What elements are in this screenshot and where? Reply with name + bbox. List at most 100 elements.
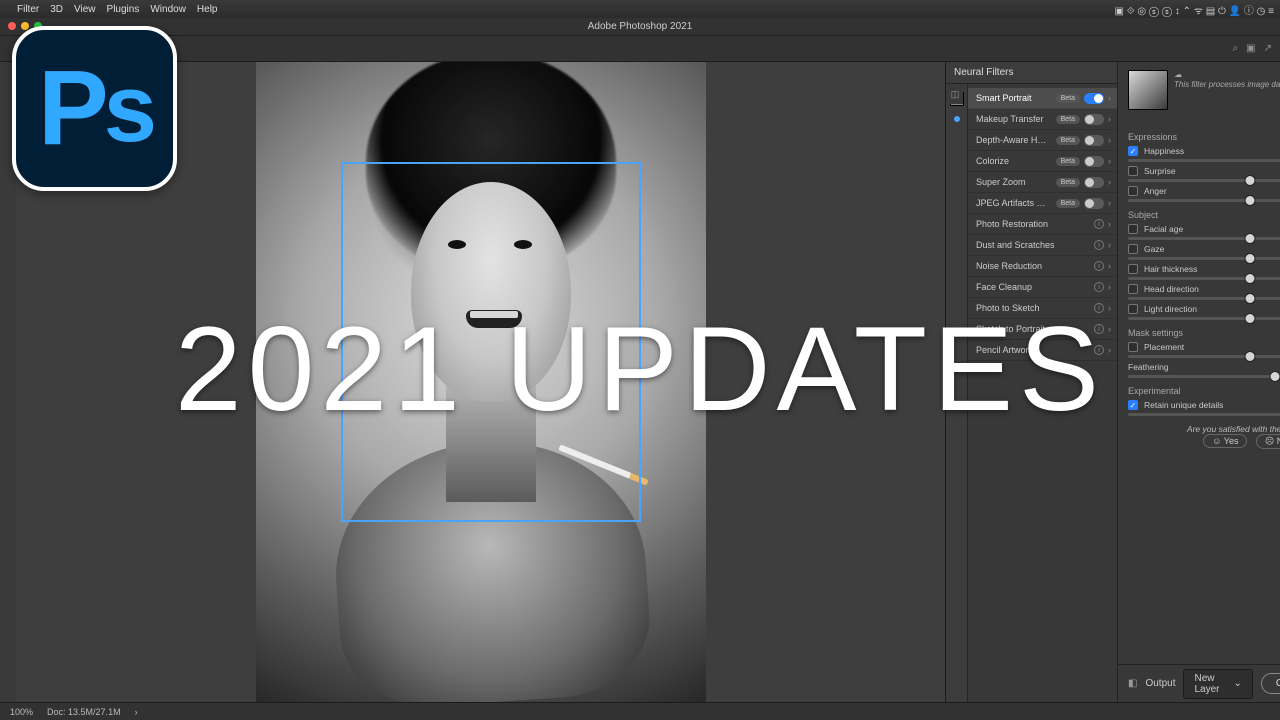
slider-knob[interactable]: [1245, 313, 1256, 324]
slider-track[interactable]: [1128, 297, 1280, 300]
filter-row-depth-aware-h[interactable]: Depth-Aware H…Beta›: [968, 130, 1117, 151]
filter-row-dust-and-scratches[interactable]: Dust and Scratchesi›: [968, 235, 1117, 256]
chevron-right-icon[interactable]: ›: [135, 707, 138, 717]
filter-row-photo-restoration[interactable]: Photo Restorationi›: [968, 214, 1117, 235]
cancel-button[interactable]: Cancel: [1261, 673, 1280, 694]
info-icon[interactable]: i: [1094, 261, 1104, 271]
filter-label: Photo to Sketch: [976, 303, 1090, 313]
document-canvas[interactable]: [256, 62, 706, 702]
checkbox[interactable]: [1128, 284, 1138, 294]
slider-track[interactable]: [1128, 413, 1280, 416]
slider-track[interactable]: [1128, 179, 1280, 182]
filter-row-face-cleanup[interactable]: Face Cleanupi›: [968, 277, 1117, 298]
menu-help[interactable]: Help: [197, 4, 218, 15]
chevron-right-icon: ›: [1108, 345, 1111, 355]
info-icon[interactable]: i: [1094, 282, 1104, 292]
beta-badge: Beta: [1056, 115, 1080, 124]
slider-knob[interactable]: [1245, 351, 1256, 362]
slider-track[interactable]: [1128, 237, 1280, 240]
output-select[interactable]: New Layer⌄: [1183, 669, 1252, 699]
filter-row-colorize[interactable]: ColorizeBeta›: [968, 151, 1117, 172]
checkbox[interactable]: [1128, 342, 1138, 352]
reset-icon[interactable]: ↺: [1118, 112, 1280, 126]
checkbox[interactable]: ✓: [1128, 146, 1138, 156]
slider-knob[interactable]: [1245, 253, 1256, 264]
info-icon[interactable]: i: [1094, 240, 1104, 250]
slider-label: Head direction: [1144, 284, 1280, 294]
slider-knob[interactable]: [1269, 371, 1280, 382]
filter-label: Smart Portrait: [976, 93, 1052, 103]
menu-plugins[interactable]: Plugins: [107, 4, 140, 15]
slider-knob[interactable]: [1245, 195, 1256, 206]
info-icon[interactable]: i: [1094, 345, 1104, 355]
beta-badge: Beta: [1056, 178, 1080, 187]
chevron-right-icon: ›: [1108, 198, 1111, 208]
checkbox[interactable]: ✓: [1128, 400, 1138, 410]
filter-toggle[interactable]: [1084, 93, 1104, 104]
slider-label: Light direction: [1144, 304, 1280, 314]
slider-track[interactable]: [1128, 159, 1280, 162]
info-icon[interactable]: i: [1094, 303, 1104, 313]
filter-toggle[interactable]: [1084, 177, 1104, 188]
slider-knob[interactable]: [1245, 273, 1256, 284]
checkbox[interactable]: [1128, 264, 1138, 274]
filter-label: Dust and Scratches: [976, 240, 1090, 250]
slider-head-direction: Head direction0: [1118, 282, 1280, 302]
info-icon[interactable]: i: [1094, 324, 1104, 334]
slider-retain-unique-details: ✓Retain unique details90: [1118, 398, 1280, 418]
filter-row-noise-reduction[interactable]: Noise Reductioni›: [968, 256, 1117, 277]
filter-toggle[interactable]: [1084, 135, 1104, 146]
cloud-icon: ☁: [1174, 70, 1182, 79]
slider-knob[interactable]: [1245, 175, 1256, 186]
menu-3d[interactable]: 3D: [50, 4, 63, 15]
filter-toggle[interactable]: [1084, 114, 1104, 125]
checkbox[interactable]: [1128, 304, 1138, 314]
feedback-no-button[interactable]: ☹ No: [1256, 434, 1280, 449]
slider-track[interactable]: [1128, 375, 1280, 378]
options-bar: ⌕ ▣ ↗: [0, 36, 1280, 62]
feedback-yes-button[interactable]: ☺ Yes: [1203, 434, 1247, 448]
filter-category-icon[interactable]: [954, 116, 960, 122]
slider-track[interactable]: [1128, 199, 1280, 202]
share-icon[interactable]: ↗: [1264, 43, 1272, 54]
filter-row-sketch-to-portrait[interactable]: Sketch to Portraiti›: [968, 319, 1117, 340]
menu-window[interactable]: Window: [150, 4, 186, 15]
chevron-right-icon: ›: [1108, 114, 1111, 124]
photoshop-window: Adobe Photoshop 2021 ⌕ ▣ ↗ ◫: [0, 18, 1280, 720]
filter-row-smart-portrait[interactable]: Smart PortraitBeta›: [968, 88, 1117, 109]
slider-track[interactable]: [1128, 257, 1280, 260]
zoom-level[interactable]: 100%: [10, 707, 33, 717]
checkbox[interactable]: [1128, 244, 1138, 254]
icon-before-after[interactable]: ◧: [1128, 678, 1137, 689]
filter-row-jpeg-artifacts-r[interactable]: JPEG Artifacts R…Beta›: [968, 193, 1117, 214]
menu-view[interactable]: View: [74, 4, 96, 15]
filter-label: Depth-Aware H…: [976, 135, 1052, 145]
checkbox[interactable]: [1128, 166, 1138, 176]
filter-toggle[interactable]: [1084, 156, 1104, 167]
close-icon[interactable]: [8, 22, 16, 30]
chevron-down-icon: ⌄: [1234, 678, 1242, 689]
filter-row-pencil-artwork[interactable]: Pencil Artworki›: [968, 340, 1117, 361]
menu-filter[interactable]: Filter: [17, 4, 39, 15]
minimize-icon[interactable]: [21, 22, 29, 30]
checkbox[interactable]: [1128, 186, 1138, 196]
slider-track[interactable]: [1128, 317, 1280, 320]
slider-track[interactable]: [1128, 277, 1280, 280]
preview-thumbnail[interactable]: [1128, 70, 1168, 110]
info-icon[interactable]: i: [1094, 219, 1104, 229]
mac-menubar: Filter 3D View Plugins Window Help ▣ ⟐ ◎…: [0, 0, 1280, 18]
slider-track[interactable]: [1128, 355, 1280, 358]
slider-knob[interactable]: [1245, 293, 1256, 304]
search-icon[interactable]: ⌕: [1233, 43, 1239, 54]
filter-row-makeup-transfer[interactable]: Makeup TransferBeta›: [968, 109, 1117, 130]
checkbox[interactable]: [1128, 224, 1138, 234]
filter-row-photo-to-sketch[interactable]: Photo to Sketchi›: [968, 298, 1117, 319]
workspace-icon[interactable]: ▣: [1246, 43, 1255, 54]
slider-knob[interactable]: [1245, 233, 1256, 244]
collapsed-panel-icon[interactable]: ◫: [947, 84, 963, 104]
doc-size: Doc: 13.5M/27.1M: [47, 707, 121, 717]
filter-row-super-zoom[interactable]: Super ZoomBeta›: [968, 172, 1117, 193]
filter-toggle[interactable]: [1084, 198, 1104, 209]
section-header: Subject: [1118, 204, 1280, 222]
panel-tab-neural-filters[interactable]: Neural Filters: [946, 62, 1117, 84]
